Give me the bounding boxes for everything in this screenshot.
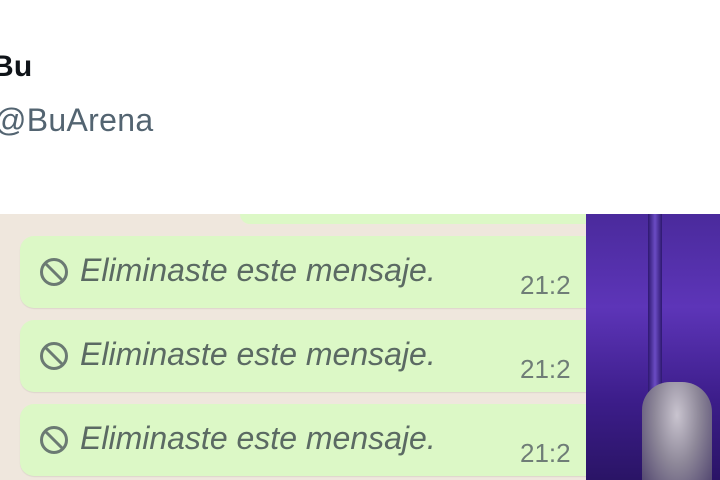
message-text: Eliminaste este mensaje. — [80, 420, 436, 456]
message-time: 21:2 — [520, 438, 571, 468]
attached-photo[interactable] — [586, 214, 720, 480]
photo-figure — [642, 382, 712, 480]
deleted-message-bubble[interactable]: Eliminaste este mensaje. 21:2 — [20, 320, 586, 392]
user-handle[interactable]: @BuArena — [0, 102, 153, 139]
message-text: Eliminaste este mensaje. — [80, 336, 436, 372]
tweet-header: Bu @BuArena — [0, 0, 720, 214]
deleted-message-bubble[interactable]: Eliminaste este mensaje. 21:2 — [20, 404, 586, 476]
message-text: Eliminaste este mensaje. — [80, 252, 436, 288]
chat-screenshot: Eliminaste este mensaje. 21:2 Eliminaste… — [0, 214, 586, 480]
message-time: 21:2 — [520, 354, 571, 384]
deleted-message-bubble[interactable]: Eliminaste este mensaje. 21:2 — [20, 236, 586, 308]
ban-icon — [40, 342, 68, 370]
previous-bubble-edge — [240, 214, 586, 224]
ban-icon — [40, 426, 68, 454]
display-name[interactable]: Bu — [0, 50, 32, 84]
message-time: 21:2 — [520, 270, 571, 300]
ban-icon — [40, 258, 68, 286]
